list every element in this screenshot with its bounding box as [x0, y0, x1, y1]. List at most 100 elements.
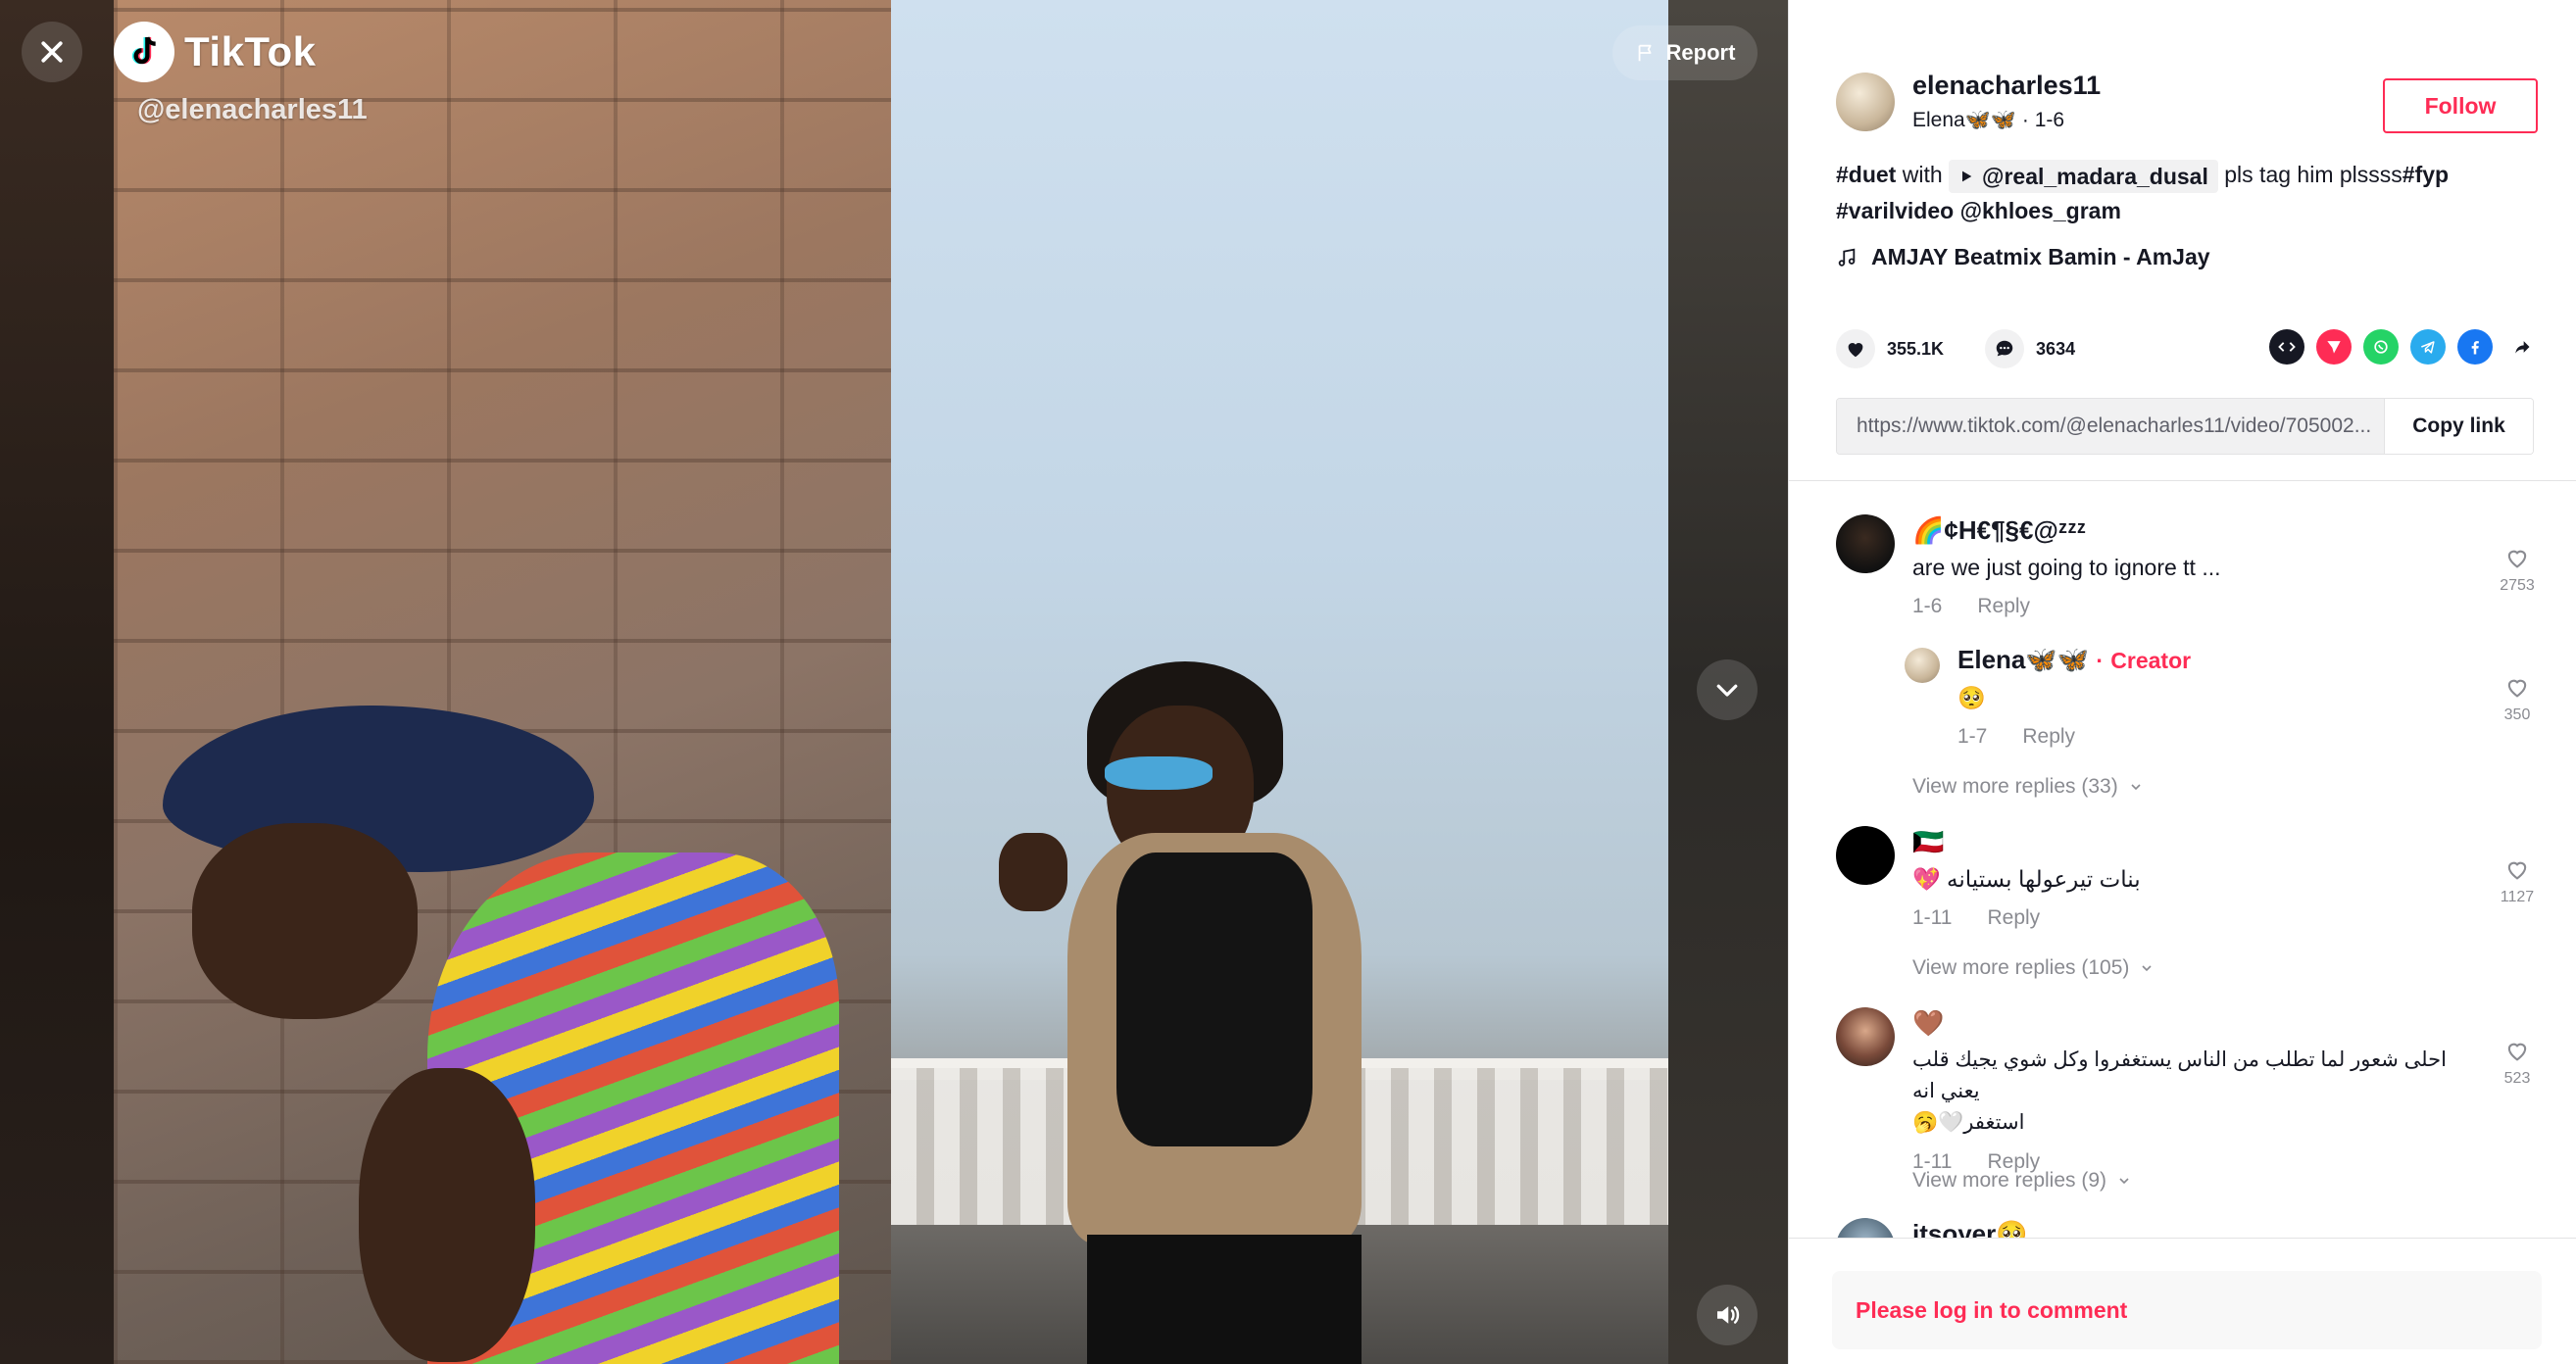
comment-author[interactable]: 🇰🇼 [1912, 826, 2481, 857]
heart-icon [1848, 343, 1863, 358]
video-backdrop-left [0, 0, 114, 1364]
mention-khloes-gram[interactable]: @khloes_gram [1960, 198, 2121, 223]
author-block: elenacharles11 Elena🦋🦋 · 1-6 [1836, 71, 2101, 132]
author-avatar[interactable] [1836, 72, 1895, 131]
login-to-comment-button[interactable]: Please log in to comment [1832, 1271, 2542, 1349]
comment-count: 3634 [2036, 338, 2076, 359]
video-frame[interactable] [114, 0, 1668, 1364]
reply-like-button[interactable]: 350 [2493, 673, 2542, 724]
reply-like-count: 350 [2503, 706, 2531, 723]
video-player-area: TikTok @elenacharles11 Report [0, 0, 1788, 1364]
comment-footer: Please log in to comment [1789, 1238, 2576, 1364]
like-stat: 355.1K [1836, 329, 1944, 368]
video-caption: #duet with @real_madara_dusal pls tag hi… [1836, 157, 2522, 228]
comment-author[interactable]: itsoyer🥺 [1912, 1218, 2481, 1238]
engagement-stats: 355.1K 3634 [1836, 329, 2116, 368]
report-label: Report [1665, 40, 1736, 65]
reply-avatar[interactable] [1905, 648, 1940, 683]
comment-item: 🤎 احلى شعور لما تطلب من الناس يستغفروا و… [1836, 1007, 2542, 1173]
volume-icon [1717, 1306, 1740, 1324]
telegram-share-button[interactable] [2410, 329, 2446, 365]
tiktok-video-page: TikTok @elenacharles11 Report elenacharl… [0, 0, 2576, 1364]
like-button[interactable] [1836, 329, 1875, 368]
person-left-head [192, 823, 418, 1019]
embed-code-icon [2278, 342, 2296, 352]
comment-author[interactable]: 🤎 [1912, 1007, 2481, 1039]
comment-like-button[interactable]: 523 [2493, 1037, 2542, 1088]
reply-button[interactable]: Reply [2022, 725, 2075, 749]
comment-list[interactable]: 🌈¢H€¶§€@ᶻᶻᶻ are we just going to ignore … [1789, 481, 2576, 1238]
person-right-fist [999, 833, 1067, 911]
comment-body: 🌈¢H€¶§€@ᶻᶻᶻ are we just going to ignore … [1912, 514, 2481, 618]
comment-avatar[interactable] [1836, 1007, 1895, 1066]
comment-avatar[interactable] [1836, 826, 1895, 885]
chevron-down-icon [2131, 784, 2141, 791]
comment-text-line-2: استغفر🤍🥱 [1912, 1111, 2025, 1134]
comment-like-button[interactable]: 1127 [2493, 855, 2542, 906]
copy-link-button[interactable]: Copy link [2384, 399, 2533, 454]
comment-meta: 1-11 Reply [1912, 906, 2481, 930]
whatsapp-share-button[interactable] [2363, 329, 2399, 365]
hashtag-fyp[interactable]: #fyp [2403, 162, 2449, 187]
next-video-button[interactable] [1697, 659, 1758, 720]
mute-toggle-button[interactable] [1697, 1285, 1758, 1345]
tiktok-note-icon [114, 22, 174, 82]
reply-button[interactable]: Reply [1987, 906, 2040, 930]
facebook-share-button[interactable] [2457, 329, 2493, 365]
reply-text: 🥺 [1957, 685, 1986, 710]
reply-author[interactable]: Elena🦋🦋 [1957, 645, 2089, 674]
chevron-down-icon [1716, 684, 1738, 697]
view-more-replies-button[interactable]: View more replies (105) [1912, 956, 2155, 980]
chevron-down-icon [2119, 1178, 2129, 1185]
reply-date: 1-7 [1957, 725, 1988, 748]
separator-dot: · [2021, 109, 2035, 131]
comment-stat: 3634 [1985, 329, 2075, 368]
view-more-replies-button[interactable]: View more replies (33) [1912, 775, 2144, 799]
details-panel: elenacharles11 Elena🦋🦋 · 1-6 Follow #due… [1788, 0, 2576, 1364]
share-arrow-icon [2515, 341, 2530, 354]
comment-meta: 1-6 Reply [1912, 595, 2481, 618]
comment-button[interactable] [1985, 329, 2025, 368]
author-subline: Elena🦋🦋 · 1-6 [1912, 109, 2101, 132]
reply-author-line: Elena🦋🦋 · Creator [1957, 644, 2526, 676]
comment-like-count: 2753 [2500, 577, 2535, 594]
close-button[interactable] [22, 22, 82, 82]
follow-button[interactable]: Follow [2383, 78, 2538, 133]
view-more-replies-label: View more replies (9) [1912, 1169, 2107, 1192]
comment-date: 1-11 [1912, 906, 1953, 929]
flag-icon [1638, 44, 1652, 62]
close-icon [41, 41, 63, 63]
report-button[interactable]: Report [1612, 25, 1758, 80]
caption-with-text: with [1902, 162, 1943, 187]
author-username[interactable]: elenacharles11 [1912, 71, 2101, 101]
hashtag-duet[interactable]: #duet [1836, 162, 1896, 187]
more-share-button[interactable] [2504, 329, 2540, 365]
duet-right-video [891, 0, 1668, 1364]
reply-button[interactable]: Reply [1977, 595, 2030, 618]
comment-body: 🤎 احلى شعور لما تطلب من الناس يستغفروا و… [1912, 1007, 2481, 1174]
hashtag-varilvideo[interactable]: #varilvideo [1836, 198, 1954, 223]
tiktok-watermark-logo: TikTok [114, 22, 316, 82]
duet-user-chip[interactable]: @real_madara_dusal [1949, 159, 2218, 193]
heart-outline-icon [2507, 861, 2527, 880]
comment-avatar[interactable] [1836, 514, 1895, 573]
send-paper-plane-icon [2327, 341, 2341, 354]
music-link[interactable]: AMJAY Beatmix Bamin - AmJay [1836, 244, 2210, 270]
view-more-replies-button[interactable]: View more replies (9) [1912, 1169, 2132, 1193]
video-link-url[interactable]: https://www.tiktok.com/@elenacharles11/v… [1837, 399, 2384, 454]
share-buttons [2269, 329, 2540, 365]
comment-like-count: 523 [2503, 1070, 2531, 1087]
play-icon [1962, 170, 1972, 182]
comment-avatar[interactable] [1836, 1218, 1895, 1238]
comment-item: itsoyer🥺 [1836, 1218, 2542, 1238]
embed-share-button[interactable] [2269, 329, 2304, 365]
send-to-friends-button[interactable] [2316, 329, 2352, 365]
comment-body: 🇰🇼 بنات تيرعولها بستيانه 💖 1-11 Reply [1912, 826, 2481, 930]
tiktok-brand-text: TikTok [184, 28, 317, 74]
heart-outline-icon [2507, 550, 2527, 568]
comment-text: are we just going to ignore tt ... [1912, 555, 2221, 580]
heart-outline-icon [2507, 679, 2527, 698]
comment-like-button[interactable]: 2753 [2493, 544, 2542, 595]
comment-author[interactable]: 🌈¢H€¶§€@ᶻᶻᶻ [1912, 514, 2481, 546]
author-info: elenacharles11 Elena🦋🦋 · 1-6 [1912, 71, 2101, 132]
